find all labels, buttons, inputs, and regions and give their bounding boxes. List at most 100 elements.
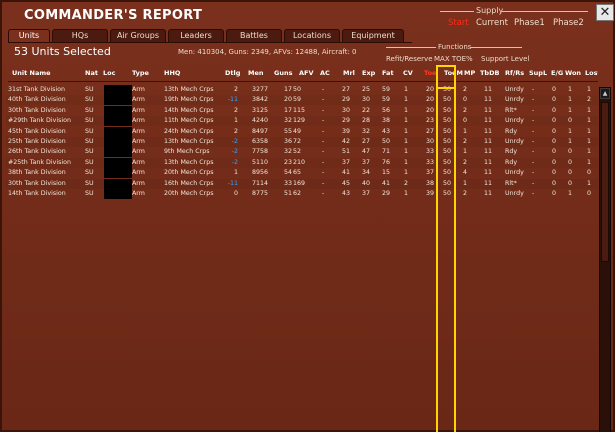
cell-hhq: 13th Mech Crps bbox=[164, 158, 214, 166]
supply-tab-current[interactable]: Current bbox=[476, 18, 508, 28]
tab-locations[interactable]: Locations bbox=[284, 29, 340, 42]
cell-dtlg: 2 bbox=[233, 106, 238, 114]
cell-men: 4240 bbox=[251, 117, 268, 125]
cell-mrl: 43 bbox=[342, 190, 351, 197]
col-header-loc[interactable]: Loc bbox=[103, 69, 115, 79]
col-header-hhq[interactable]: HHQ bbox=[164, 69, 180, 79]
cell-afv: 115 bbox=[293, 106, 306, 114]
col-header-rf-rs[interactable]: Rf/Rs bbox=[505, 69, 524, 79]
tab-leaders[interactable]: Leaders bbox=[168, 29, 224, 42]
col-header-type[interactable]: Type bbox=[132, 69, 149, 79]
table-row[interactable]: 38th Tank Division SU Arm 20th Mech Crps 1 89… bbox=[6, 168, 598, 179]
col-header-fat[interactable]: Fat bbox=[382, 69, 394, 79]
location-cell-mask bbox=[104, 147, 132, 158]
cell-lost: 1 bbox=[587, 158, 592, 166]
col-header-supl[interactable]: SupL bbox=[529, 69, 547, 79]
cell-tbdb: 11 bbox=[484, 106, 493, 114]
table-row[interactable]: 26th Tank Division SU Arm 9th Mech Crps -2 77… bbox=[6, 147, 598, 158]
refit-reserve-button[interactable]: Refit/Reserve bbox=[386, 55, 433, 63]
cell-afv: 129 bbox=[293, 117, 306, 125]
cell-fat: 50 bbox=[382, 138, 391, 145]
cell-afv: 65 bbox=[293, 169, 302, 177]
col-header-lost[interactable]: Lost bbox=[585, 69, 598, 79]
col-header-eg[interactable]: E/G bbox=[551, 69, 563, 79]
tab-air-groups[interactable]: Air Groups bbox=[110, 29, 166, 42]
cell-nat: SU bbox=[85, 179, 94, 187]
cell-type: Arm bbox=[132, 138, 145, 145]
table-row[interactable]: 14th Tank Division SU Arm 20th Mech Crps 0 87… bbox=[6, 189, 598, 199]
cell-afv: 62 bbox=[293, 190, 302, 197]
supply-tab-phase1[interactable]: Phase1 bbox=[514, 18, 545, 28]
cell-rf-rs: Unrdy bbox=[505, 169, 524, 177]
table-row[interactable]: 25th Tank Division SU Arm 13th Mech Crps -2 6… bbox=[6, 137, 598, 147]
cell-tbdb: 11 bbox=[484, 158, 493, 166]
cell-hhq: 20th Mech Crps bbox=[164, 190, 214, 197]
units-table: Unit Name Nat Loc Type HHQ Dtlg Men Guns… bbox=[6, 65, 598, 432]
tab-battles[interactable]: Battles bbox=[226, 29, 282, 42]
cell-guns: 36 bbox=[283, 138, 292, 145]
cell-exp: 37 bbox=[362, 158, 371, 166]
cell-cv: 1 bbox=[404, 148, 409, 156]
cell-unit-name: 31st Tank Division bbox=[8, 86, 66, 93]
col-header-dtlg[interactable]: Dtlg bbox=[225, 69, 240, 79]
cell-nat: SU bbox=[85, 138, 94, 145]
cell-ac: - bbox=[322, 117, 325, 125]
table-row[interactable]: #29th Tank Division SU Arm 11th Mech Crps 1 4… bbox=[6, 116, 598, 127]
cell-won: 0 bbox=[568, 169, 573, 177]
table-row[interactable]: 30th Tank Division SU Arm 14th Mech Crps 2 31… bbox=[6, 105, 598, 116]
cell-hhq: 20th Mech Crps bbox=[164, 169, 214, 177]
location-cell-mask bbox=[104, 189, 132, 199]
col-header-nat[interactable]: Nat bbox=[85, 69, 98, 79]
close-button[interactable]: ✕ bbox=[596, 4, 614, 21]
cell-supl: - bbox=[532, 190, 535, 197]
cell-supl: - bbox=[532, 86, 535, 93]
cell-fat: 43 bbox=[382, 127, 391, 135]
cell-fat: 71 bbox=[382, 148, 391, 156]
col-header-toem[interactable]: ToeM bbox=[444, 69, 463, 79]
cell-men: 8775 bbox=[251, 190, 268, 197]
cell-dtlg: -11 bbox=[227, 96, 238, 104]
cell-lost: 0 bbox=[587, 190, 592, 197]
scroll-thumb[interactable] bbox=[601, 102, 609, 262]
cell-men: 7758 bbox=[251, 148, 268, 156]
col-header-won[interactable]: Won bbox=[565, 69, 581, 79]
cell-dtlg: 1 bbox=[233, 117, 238, 125]
vertical-scrollbar[interactable]: ▲ bbox=[599, 87, 611, 432]
location-cell-mask bbox=[104, 126, 132, 137]
table-row[interactable]: 45th Tank Division SU Arm 24th Mech Crps 2 84… bbox=[6, 126, 598, 137]
col-header-tbdb[interactable]: TbDB bbox=[480, 69, 499, 79]
cell-lost: 1 bbox=[587, 148, 592, 156]
supply-tab-phase2[interactable]: Phase2 bbox=[553, 18, 584, 28]
max-toe-button[interactable]: MAX TOE% bbox=[434, 55, 473, 63]
col-header-unit-name[interactable]: Unit Name bbox=[12, 69, 51, 79]
table-row[interactable]: 40th Tank Division SU Arm 19th Mech Crps -11… bbox=[6, 95, 598, 106]
support-level-button[interactable]: Support Level bbox=[481, 55, 529, 63]
tab-equipment[interactable]: Equipment bbox=[342, 29, 404, 42]
scroll-up-arrow-icon[interactable]: ▲ bbox=[600, 88, 610, 99]
cell-ac: - bbox=[322, 127, 325, 135]
col-header-exp[interactable]: Exp bbox=[362, 69, 375, 79]
cell-type: Arm bbox=[132, 117, 145, 125]
cell-hhq: 19th Mech Crps bbox=[164, 96, 214, 104]
tab-units[interactable]: Units bbox=[8, 29, 50, 42]
cell-nat: SU bbox=[85, 190, 94, 197]
cell-supl: - bbox=[532, 179, 535, 187]
table-row[interactable]: 30th Tank Division SU Arm 16th Mech Crps -11… bbox=[6, 178, 598, 189]
supply-tab-start[interactable]: Start bbox=[448, 18, 469, 28]
col-header-mp[interactable]: MP bbox=[464, 69, 475, 79]
tab-hqs[interactable]: HQs bbox=[52, 29, 108, 42]
cell-guns: 23 bbox=[283, 158, 292, 166]
col-header-afv[interactable]: AFV bbox=[299, 69, 314, 79]
table-row[interactable]: 31st Tank Division SU Arm 13th Mech Crps 2 32… bbox=[6, 85, 598, 95]
cell-ac: - bbox=[322, 86, 325, 93]
col-header-mrl[interactable]: Mrl bbox=[343, 69, 355, 79]
col-header-toe[interactable]: Toe bbox=[424, 69, 436, 79]
col-header-ac[interactable]: AC bbox=[320, 69, 330, 79]
col-header-men[interactable]: Men bbox=[248, 69, 264, 79]
col-header-cv[interactable]: CV bbox=[403, 69, 413, 79]
cell-cv: 1 bbox=[404, 106, 409, 114]
cell-nat: SU bbox=[85, 117, 94, 125]
col-header-guns[interactable]: Guns bbox=[274, 69, 292, 79]
cell-cv: 2 bbox=[404, 179, 409, 187]
table-row[interactable]: #25th Tank Division SU Arm 13th Mech Crps -2… bbox=[6, 157, 598, 168]
